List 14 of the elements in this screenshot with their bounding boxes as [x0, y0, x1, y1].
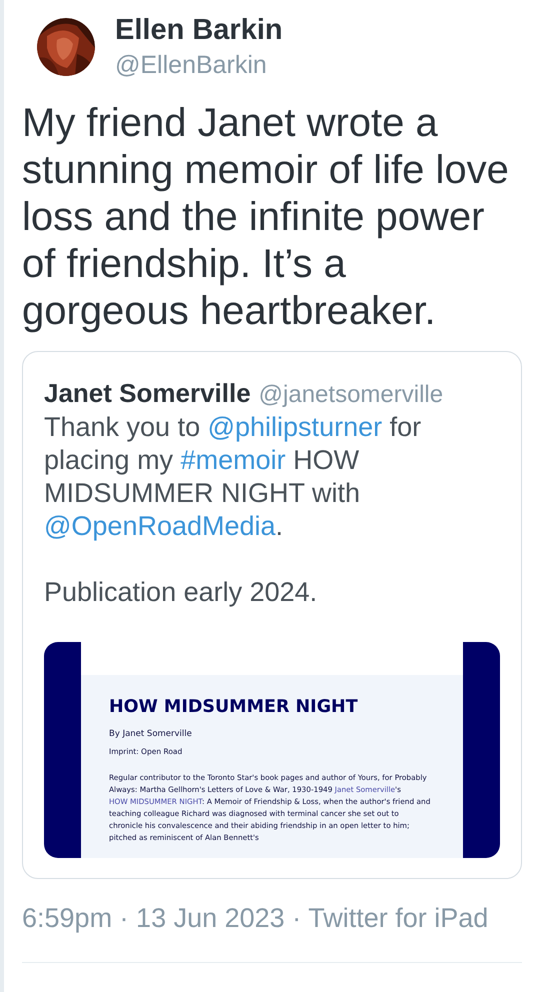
quoted-tweet-text: Publication early 2024. [44, 576, 318, 609]
link[interactable]: @philipsturner [208, 412, 382, 442]
tweet-timestamp: 6:59pm · 13 Jun 2023 · Twitter for iPad [22, 903, 490, 934]
link[interactable]: @OpenRoadMedia [44, 511, 276, 541]
quoted-tweet-card[interactable] [22, 351, 522, 879]
author-handle[interactable]: @EllenBarkin [115, 51, 283, 80]
document-title: HOW MIDSUMMER NIGHT [109, 697, 359, 717]
tweet-text: My friend Janet wrote a stunning memoir of life love loss and the infinite power of friendship. It’s a gorgeous heartbreaker. [22, 100, 510, 335]
quoted-tweet-text: Thank you to @philipsturner for placing my #memoir HOW MIDSUMMER NIGHT with @OpenRoadMedia. [44, 411, 422, 543]
quoted-author-name: Janet Somerville [44, 378, 251, 409]
document-byline: By Janet Somerville [109, 729, 193, 739]
link[interactable]: #memoir [180, 445, 286, 475]
author-name[interactable]: Ellen Barkin [115, 14, 283, 47]
quoted-author-handle: @janetsomerville [258, 381, 444, 409]
